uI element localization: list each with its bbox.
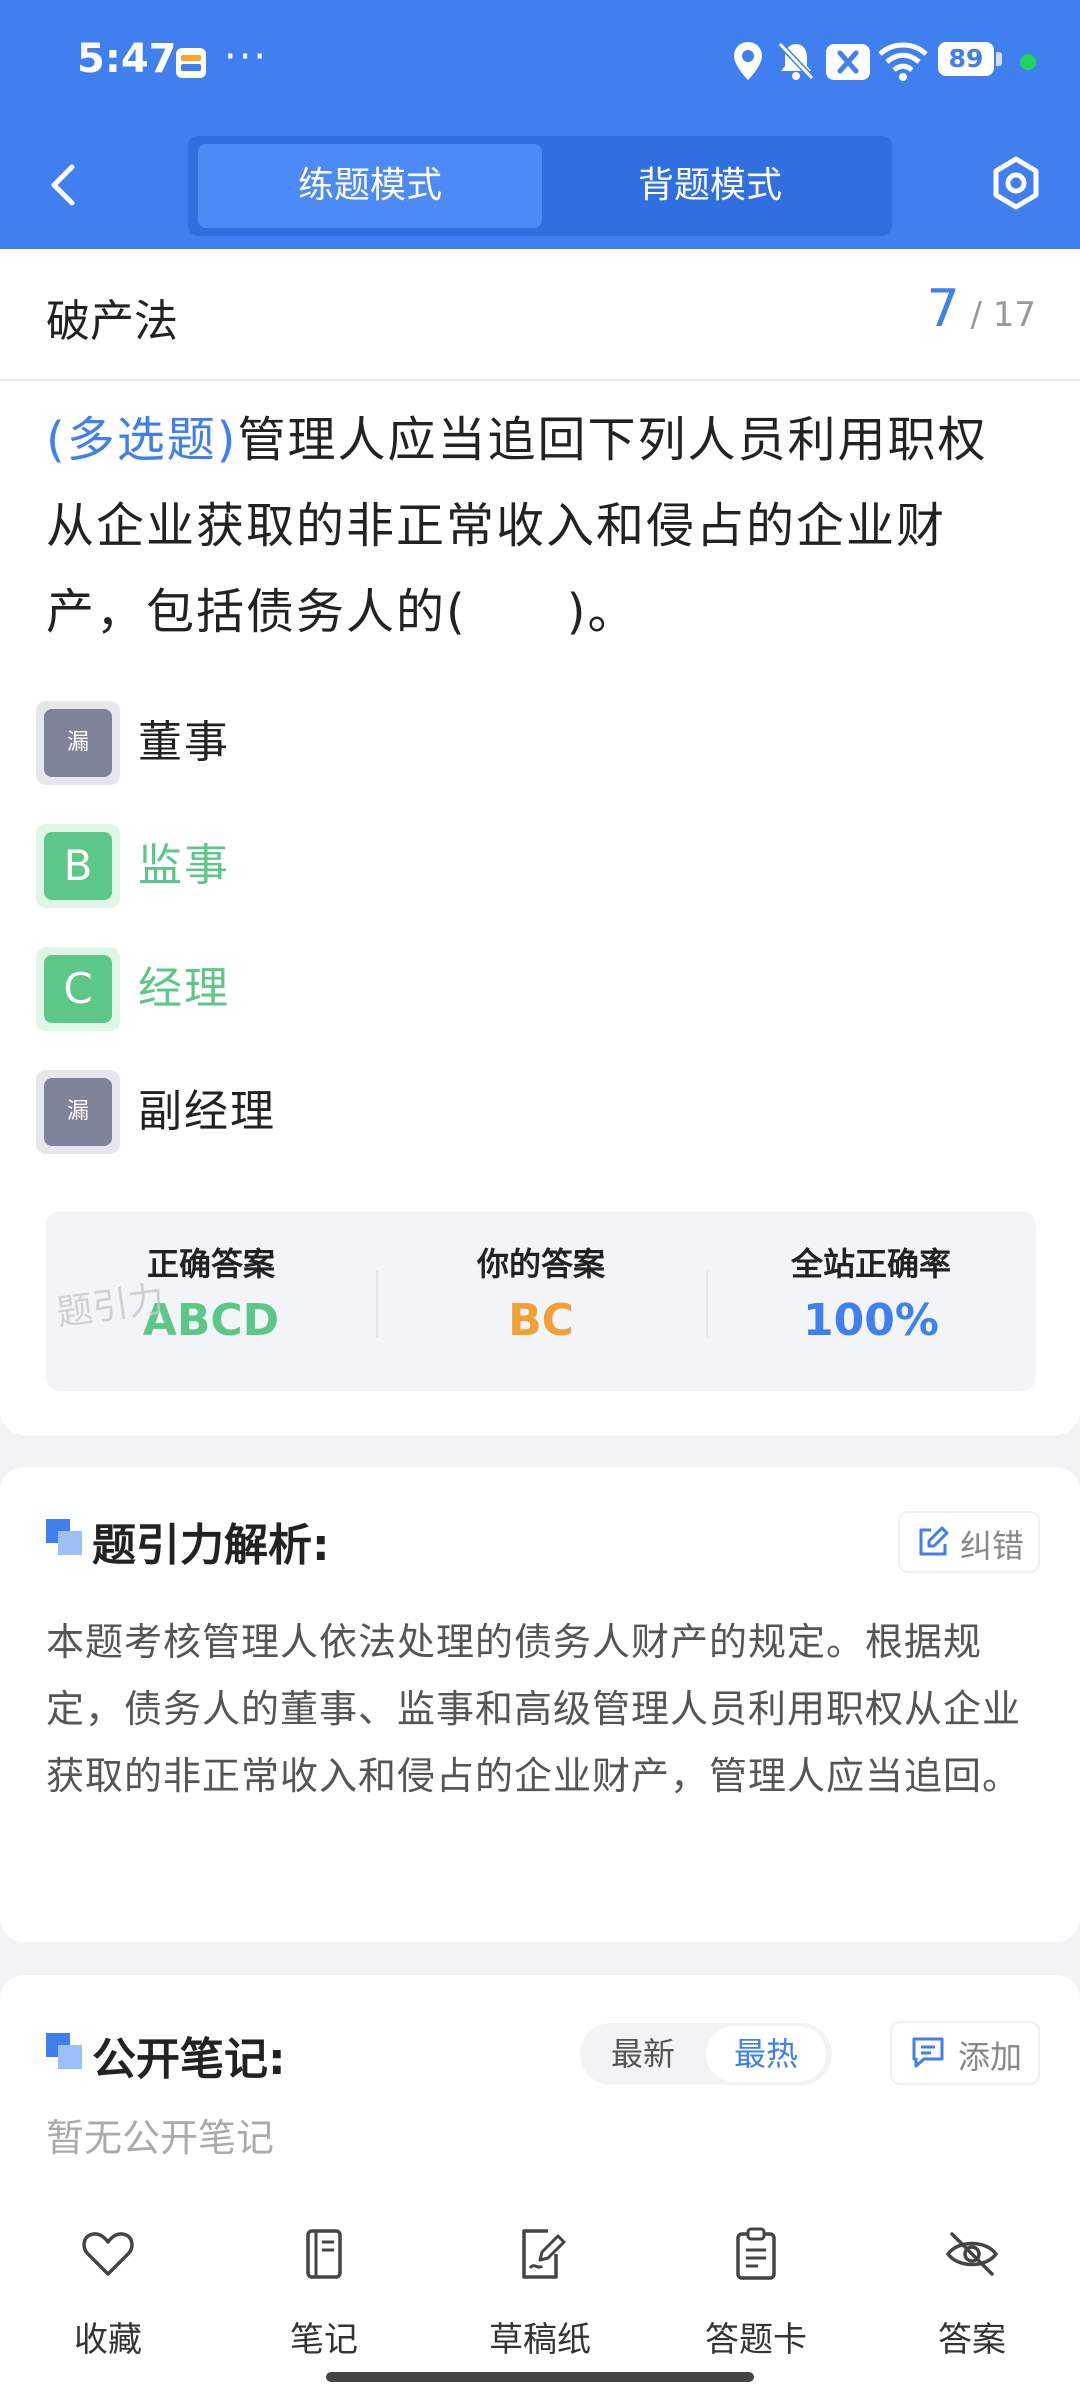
missed-badge: 漏: [44, 1078, 112, 1146]
your-answer-value: BC: [508, 1295, 574, 1346]
settings-button[interactable]: [988, 153, 1044, 213]
question-title-row: 破产法 7 / 17: [0, 249, 1080, 381]
sort-latest-button[interactable]: 最新: [580, 2023, 706, 2085]
add-note-button[interactable]: 添加: [890, 2021, 1040, 2085]
show-answer-label: 答案: [938, 2320, 1006, 2360]
question-progress: 7 / 17: [927, 279, 1036, 339]
draft-paper-button[interactable]: 草稿纸: [450, 2226, 630, 2360]
tab-practice-mode[interactable]: 练题模式: [198, 144, 542, 228]
mode-switch: 练题模式 背题模式: [188, 136, 892, 236]
favorite-button[interactable]: 收藏: [18, 2226, 198, 2360]
option-b[interactable]: B 监事: [36, 824, 936, 908]
clipboard-icon: [736, 2227, 776, 2280]
notes-button[interactable]: 笔记: [234, 2226, 414, 2360]
your-answer-label: 你的答案: [476, 1245, 605, 1283]
option-badge: 漏: [36, 1070, 120, 1154]
notes-sort-toggle: 最新 最热: [580, 2023, 832, 2085]
section-icon: [46, 1519, 84, 1557]
wallet-icon: [176, 48, 206, 78]
status-time: 5:47: [77, 36, 177, 82]
option-badge: 漏: [36, 701, 120, 785]
total-questions: / 17: [970, 295, 1036, 335]
favorite-label: 收藏: [74, 2320, 142, 2360]
option-badge: B: [36, 824, 120, 908]
option-text: 经理: [138, 963, 230, 1014]
option-text: 监事: [138, 840, 230, 891]
option-text: 副经理: [138, 1086, 276, 1137]
location-icon: [734, 42, 762, 80]
analysis-title: 题引力解析:: [92, 1520, 330, 1571]
question-text-block: (多选题)管理人应当追回下列人员利用职权从企业获取的非正常收入和侵占的企业财产，…: [46, 397, 1036, 655]
battery-tip: [996, 52, 1002, 66]
option-letter: B: [44, 832, 112, 900]
wifi-icon: [878, 42, 928, 81]
add-note-label: 添加: [958, 2038, 1023, 2076]
notes-title: 公开笔记:: [92, 2034, 286, 2085]
empty-notes-text: 暂无公开笔记: [46, 2116, 275, 2160]
x-app-icon: [826, 44, 870, 80]
sort-hot-button[interactable]: 最热: [706, 2026, 826, 2082]
option-a[interactable]: 漏 董事: [36, 701, 936, 785]
privacy-indicator-dot: [1020, 54, 1036, 70]
option-text: 董事: [138, 717, 230, 768]
site-accuracy-stat: 全站正确率 100%: [706, 1211, 1036, 1391]
battery-icon: 89: [938, 42, 994, 76]
answer-card-label: 答题卡: [705, 2320, 807, 2360]
chapter-title: 破产法: [46, 296, 178, 347]
notes-label: 笔记: [290, 2320, 358, 2360]
analysis-text: 本题考核管理人依法处理的债务人财产的规定。根据规定，债务人的董事、监事和高级管理…: [46, 1620, 1022, 1798]
current-question-number: 7: [926, 279, 960, 339]
missed-badge: 漏: [44, 709, 112, 777]
option-letter: C: [44, 955, 112, 1023]
back-button[interactable]: [40, 155, 90, 215]
report-error-button[interactable]: 纠错: [898, 1511, 1040, 1573]
analysis-card: 题引力解析: 纠错 本题考核管理人依法处理的债务人财产的规定。根据规定，债务人的…: [0, 1467, 1080, 1942]
comment-icon: [912, 2037, 944, 2068]
app-header: 5:47 ··· 89 练题模式 背题模式: [0, 0, 1080, 249]
bell-off-icon: [777, 41, 815, 81]
tab-recite-mode[interactable]: 背题模式: [538, 144, 882, 228]
answer-card-button[interactable]: 答题卡: [666, 2226, 846, 2360]
section-icon: [46, 2033, 84, 2071]
answer-stats-panel: 正确答案 ABCD 你的答案 BC 全站正确率 100% 题引力: [46, 1211, 1036, 1391]
option-c[interactable]: C 经理: [36, 947, 936, 1031]
question-type: (多选题): [46, 412, 238, 468]
chevron-left-icon: [51, 164, 75, 206]
your-answer-stat: 你的答案 BC: [376, 1211, 706, 1391]
eye-off-icon: [945, 2232, 999, 2276]
option-badge: C: [36, 947, 120, 1031]
question-card: 破产法 7 / 17 (多选题)管理人应当追回下列人员利用职权从企业获取的非正常…: [0, 249, 1080, 1435]
heart-icon: [82, 2232, 134, 2276]
show-answer-button[interactable]: 答案: [882, 2226, 1062, 2360]
option-d[interactable]: 漏 副经理: [36, 1070, 936, 1154]
notebook-icon: [306, 2229, 342, 2279]
draft-paper-label: 草稿纸: [489, 2320, 591, 2360]
site-accuracy-label: 全站正确率: [790, 1245, 951, 1283]
draft-icon: [522, 2229, 566, 2279]
report-error-label: 纠错: [960, 1527, 1025, 1565]
edit-icon: [919, 1526, 949, 1556]
gear-icon: [993, 156, 1039, 210]
home-indicator[interactable]: [326, 2372, 754, 2382]
status-bar: 5:47 ··· 89: [0, 0, 1080, 125]
more-notifications-icon: ···: [224, 34, 269, 80]
site-accuracy-value: 100%: [803, 1295, 939, 1346]
